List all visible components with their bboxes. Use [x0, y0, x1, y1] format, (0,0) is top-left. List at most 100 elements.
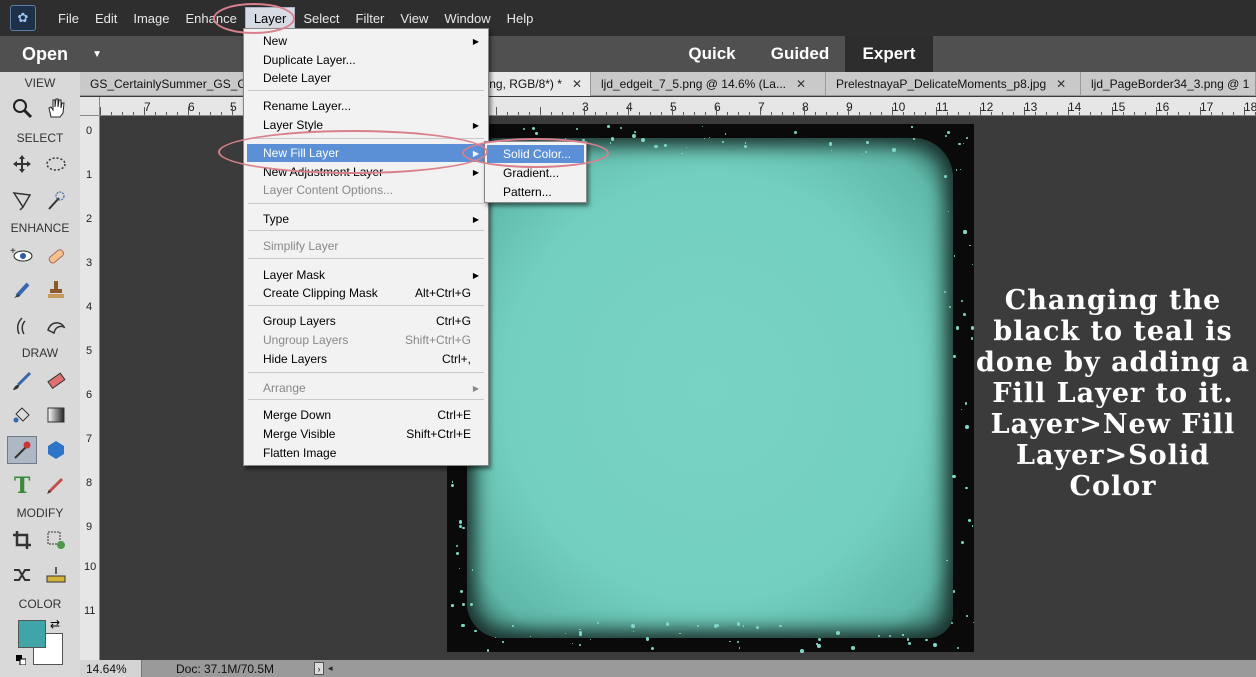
marquee-tool-icon[interactable]: [41, 150, 71, 178]
scroll-left-icon[interactable]: ◂: [328, 663, 333, 674]
eraser-tool-icon[interactable]: [41, 367, 71, 395]
texture-speck: [800, 648, 804, 653]
ruler-tick: [1035, 112, 1036, 115]
ruler-tick: [111, 112, 112, 115]
pencil-tool-icon[interactable]: [41, 471, 71, 499]
ruler-label: 9: [85, 521, 93, 533]
ruler-label: 10: [84, 561, 97, 573]
doc-tab[interactable]: ljd_edgeit_7_5.png @ 14.6% (La... ✕: [591, 72, 826, 96]
menu-view[interactable]: View: [392, 7, 436, 29]
gradient-tool-icon[interactable]: [41, 401, 71, 429]
swap-colors-icon[interactable]: ⇄: [50, 617, 60, 631]
open-label: Open: [22, 43, 69, 64]
menu-item-flatten-image[interactable]: Flatten Image: [247, 444, 485, 462]
ruler-tick: [925, 112, 926, 115]
zoom-tool-icon[interactable]: [7, 94, 37, 122]
zoom-level-field[interactable]: 14.64%: [80, 660, 142, 677]
default-colors-icon[interactable]: [16, 652, 27, 666]
menu-item-rename-layer[interactable]: Rename Layer...: [247, 97, 485, 115]
texture-speck: [964, 486, 968, 490]
menu-help[interactable]: Help: [499, 7, 542, 29]
clone-stamp-icon[interactable]: [41, 276, 71, 304]
menu-select[interactable]: Select: [295, 7, 347, 29]
ruler-tick: [1123, 112, 1124, 115]
texture-speck: [755, 625, 759, 629]
annotation-text: Changing the black to teal is done by ad…: [976, 285, 1250, 502]
straighten-tool-icon[interactable]: [41, 561, 71, 589]
texture-speck: [962, 142, 965, 145]
lasso-tool-icon[interactable]: [7, 186, 37, 214]
submenu-arrow-icon: ▶: [472, 383, 479, 393]
open-button[interactable]: Open ▼: [22, 44, 102, 65]
texture-speck: [610, 136, 615, 141]
status-menu-arrow-icon[interactable]: ›: [314, 662, 324, 675]
ruler-label: 8: [802, 100, 809, 114]
menu-item-pattern[interactable]: Pattern...: [487, 183, 584, 201]
close-icon[interactable]: ✕: [796, 77, 806, 91]
texture-speck: [966, 615, 969, 617]
menu-item-new[interactable]: New ▶: [247, 32, 485, 50]
hand-tool-icon[interactable]: [41, 94, 71, 122]
menu-item-shortcut: Ctrl+G: [435, 314, 471, 328]
menu-item-label: Merge Down: [263, 408, 332, 422]
crop-tool-icon[interactable]: [7, 526, 37, 554]
ruler-tick: [815, 112, 816, 115]
shape-tool-icon[interactable]: [41, 436, 71, 464]
menu-item-group-layers[interactable]: Group Layers Ctrl+G: [247, 312, 485, 330]
ruler-label: 7: [758, 100, 765, 114]
brush-tool-icon[interactable]: [7, 367, 37, 395]
foreground-color-swatch[interactable]: [18, 620, 46, 648]
close-icon[interactable]: ✕: [572, 77, 582, 91]
healing-brush-icon[interactable]: [41, 242, 71, 270]
ruler-label: 11: [84, 605, 96, 617]
doc-tab[interactable]: GS_CertainlySummer_GS_C: [80, 72, 246, 96]
move-tool-icon[interactable]: [7, 150, 37, 178]
texture-speck: [607, 124, 611, 128]
menu-item-merge-visible[interactable]: Merge Visible Shift+Ctrl+E: [247, 425, 485, 443]
menu-item-type[interactable]: Type ▶: [247, 210, 485, 228]
texture-speck: [944, 174, 948, 178]
eyedropper-tool-icon[interactable]: [7, 436, 37, 464]
texture-speck: [725, 133, 727, 135]
ruler-tick: [155, 112, 156, 115]
menu-item-label: Arrange: [263, 381, 306, 395]
artwork-image[interactable]: [447, 124, 975, 653]
menu-file[interactable]: File: [50, 7, 87, 29]
open-dropdown-icon[interactable]: ▼: [92, 49, 102, 60]
blur-tool-icon[interactable]: [7, 312, 37, 340]
recompose-tool-icon[interactable]: [41, 526, 71, 554]
menu-item-layer-mask[interactable]: Layer Mask ▶: [247, 266, 485, 284]
menu-item-merge-down[interactable]: Merge Down Ctrl+E: [247, 406, 485, 424]
menu-filter[interactable]: Filter: [348, 7, 393, 29]
menu-item-delete-layer[interactable]: Delete Layer: [247, 69, 485, 87]
ruler-tick: [584, 107, 585, 115]
tab-guided[interactable]: Guided: [758, 36, 842, 72]
tab-quick[interactable]: Quick: [672, 36, 752, 72]
texture-speck: [888, 634, 892, 637]
menu-item-create-clipping-mask[interactable]: Create Clipping Mask Alt+Ctrl+G: [247, 284, 485, 302]
paint-bucket-icon[interactable]: [7, 401, 37, 429]
menu-image[interactable]: Image: [125, 7, 177, 29]
red-eye-tool-icon[interactable]: +: [7, 242, 37, 270]
texture-speck: [955, 326, 959, 330]
menu-item-hide-layers[interactable]: Hide Layers Ctrl+,: [247, 350, 485, 368]
texture-speck: [911, 126, 913, 128]
menu-window[interactable]: Window: [436, 7, 498, 29]
doc-tab[interactable]: ljd_PageBorder34_3.png @ 1: [1081, 72, 1256, 96]
texture-speck: [576, 127, 579, 130]
menu-item-duplicate-layer[interactable]: Duplicate Layer...: [247, 51, 485, 69]
ruler-tick: [892, 107, 893, 115]
smart-brush-icon[interactable]: [7, 276, 37, 304]
texture-speck: [953, 355, 956, 358]
doc-tab[interactable]: PrelestnayaP_DelicateMoments_p8.jpg ✕: [826, 72, 1081, 96]
content-aware-move-icon[interactable]: [7, 561, 37, 589]
menu-edit[interactable]: Edit: [87, 7, 125, 29]
close-icon[interactable]: ✕: [1056, 77, 1066, 91]
type-tool-icon[interactable]: T: [7, 471, 37, 499]
sponge-tool-icon[interactable]: [41, 312, 71, 340]
ruler-label: 3: [85, 257, 93, 269]
texture-speck: [458, 520, 463, 524]
tab-expert[interactable]: Expert: [845, 36, 933, 72]
ruler-tick: [639, 112, 640, 115]
magic-wand-icon[interactable]: [41, 186, 71, 214]
